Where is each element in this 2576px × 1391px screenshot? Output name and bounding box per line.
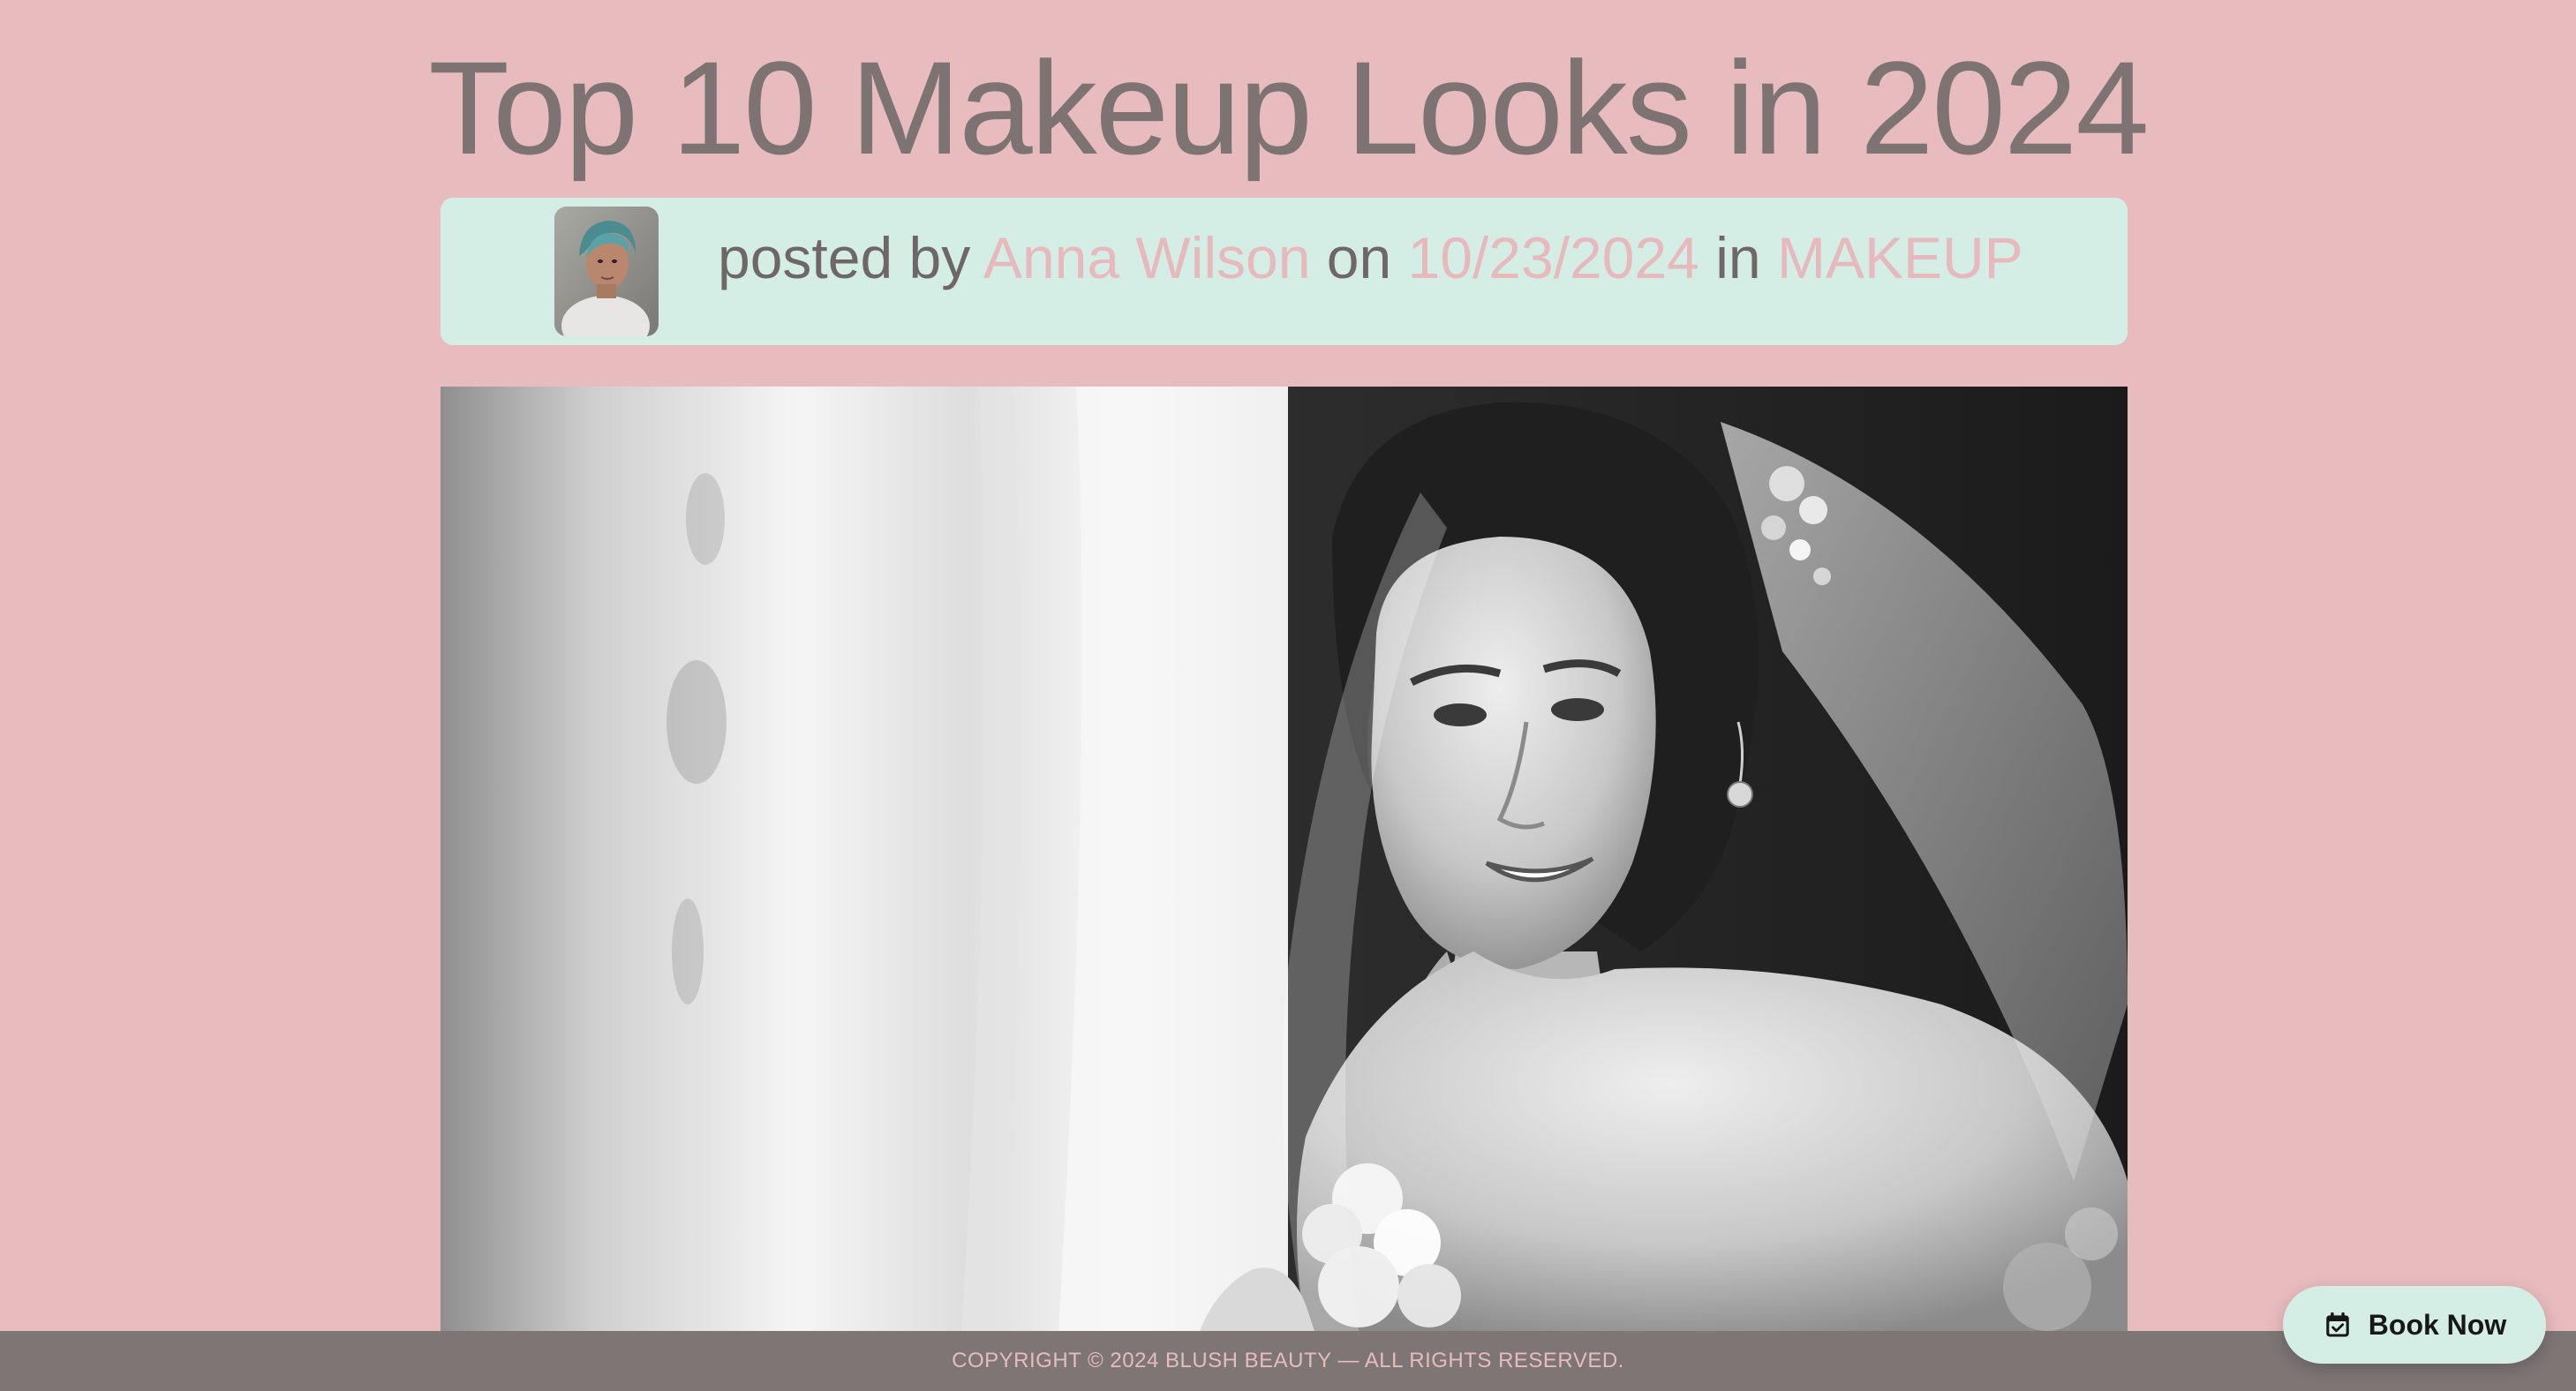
- page-title: Top 10 Makeup Looks in 2024: [428, 34, 2149, 182]
- post-date: 10/23/2024: [1407, 225, 1699, 290]
- bride-photo: [441, 387, 2128, 1331]
- post-byline: posted by Anna Wilson on 10/23/2024 in M…: [718, 222, 2023, 293]
- author-avatar[interactable]: [554, 207, 659, 336]
- posted-by-label: posted by: [718, 225, 971, 290]
- category-link[interactable]: MAKEUP: [1777, 225, 2023, 290]
- author-link[interactable]: Anna Wilson: [983, 225, 1311, 290]
- hero-image: [441, 387, 2128, 1331]
- author-avatar-image: [554, 207, 659, 336]
- footer: COPYRIGHT © 2024 BLUSH BEAUTY — ALL RIGH…: [0, 1331, 2576, 1391]
- calendar-check-icon: [2326, 1312, 2349, 1337]
- on-label: on: [1326, 225, 1392, 290]
- book-now-label: Book Now: [2368, 1308, 2507, 1341]
- in-label: in: [1715, 225, 1761, 290]
- footer-copyright: COPYRIGHT © 2024 BLUSH BEAUTY — ALL RIGH…: [952, 1349, 1624, 1372]
- book-now-button[interactable]: Book Now: [2283, 1286, 2546, 1364]
